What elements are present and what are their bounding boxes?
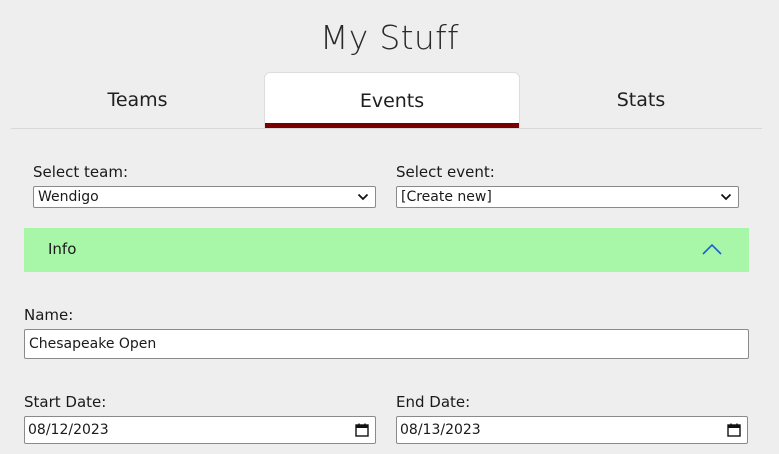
event-select[interactable]: [Create new]	[396, 186, 739, 208]
end-date-label: End Date:	[396, 393, 471, 411]
tab-stats[interactable]: Stats	[520, 72, 762, 128]
info-accordion-header[interactable]: Info	[24, 228, 749, 272]
tab-teams[interactable]: Teams	[11, 72, 264, 128]
select-team-label: Select team:	[33, 163, 129, 181]
chevron-down-icon	[720, 193, 732, 201]
calendar-icon[interactable]	[355, 423, 369, 437]
calendar-icon[interactable]	[727, 423, 741, 437]
team-select-value: Wendigo	[38, 189, 99, 205]
tab-events[interactable]: Events	[264, 72, 520, 128]
page-title: My Stuff	[320, 18, 459, 57]
chevron-down-icon	[357, 193, 369, 201]
end-date-input[interactable]: 08/13/2023	[396, 416, 748, 444]
chevron-up-icon[interactable]	[701, 241, 723, 257]
info-accordion-title: Info	[48, 240, 77, 258]
name-input[interactable]: Chesapeake Open	[24, 329, 749, 359]
name-label: Name:	[24, 306, 74, 324]
end-date-value: 08/13/2023	[400, 422, 481, 438]
start-date-label: Start Date:	[24, 393, 107, 411]
event-select-value: [Create new]	[401, 189, 492, 205]
start-date-input[interactable]: 08/12/2023	[24, 416, 376, 444]
start-date-value: 08/12/2023	[28, 422, 109, 438]
team-select[interactable]: Wendigo	[33, 186, 376, 208]
select-event-label: Select event:	[396, 163, 495, 181]
tab-bar: Teams Events Stats	[11, 72, 762, 129]
